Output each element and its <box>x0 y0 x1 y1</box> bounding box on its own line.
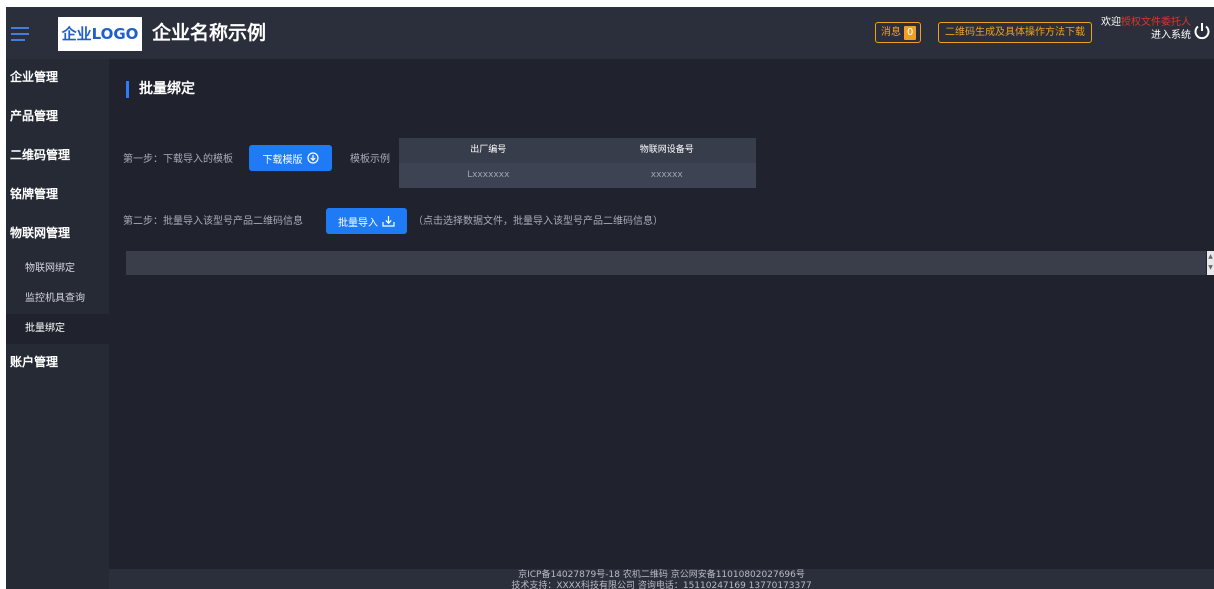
scroll-up-icon[interactable]: ▲ <box>1207 254 1214 260</box>
data-grid-header <box>126 251 1206 275</box>
column-header: 出厂编号 <box>470 145 507 155</box>
sidebar-item-account[interactable]: 账户管理 <box>6 344 109 383</box>
download-template-button[interactable]: 下载模版 <box>249 145 332 171</box>
scrollbar[interactable]: ▲ ▼ <box>1207 251 1214 275</box>
messages-button[interactable]: 消息 0 <box>875 22 922 43</box>
company-logo: 企业LOGO <box>58 17 142 51</box>
sidebar-item-product[interactable]: 产品管理 <box>6 98 109 137</box>
step2-text: 第二步：批量导入该型号产品二维码信息 <box>123 216 303 227</box>
table-row: Lxxxxxxx xxxxxx <box>399 163 756 188</box>
footer: 京ICP备14027879号-18 农机二维码 京公网安备11010802027… <box>109 569 1214 589</box>
page-title: 批量绑定 <box>126 81 195 98</box>
main-content: 批量绑定 第一步：下载导入的模板 下载模版 模板示例 出厂编号 物联网设备号 L… <box>109 59 1214 569</box>
welcome-prefix: 欢迎 <box>1101 17 1121 28</box>
download-template-label: 下载模版 <box>262 154 303 166</box>
sidebar-subitem-iot-binding[interactable]: 物联网绑定 <box>6 254 109 284</box>
batch-import-label: 批量导入 <box>338 217 378 229</box>
tray-download-icon <box>382 216 395 227</box>
batch-import-button[interactable]: 批量导入 <box>326 208 407 234</box>
footer-support-line: 技术支持：XXXX科技有限公司 咨询电话：15110247169 1377017… <box>511 581 812 589</box>
table-header-row: 出厂编号 物联网设备号 <box>399 138 756 163</box>
company-name: 企业名称示例 <box>152 22 267 44</box>
sidebar: 企业管理 产品管理 二维码管理 铭牌管理 物联网管理 物联网绑定 监控机具查询 … <box>6 59 109 589</box>
welcome-text: 欢迎授权文件委托人 进入系统 <box>1099 16 1191 42</box>
footer-icp-line: 京ICP备14027879号-18 农机二维码 京公网安备11010802027… <box>518 570 805 580</box>
sidebar-subitem-batch-binding[interactable]: 批量绑定 <box>6 314 109 344</box>
hamburger-menu-icon[interactable] <box>11 25 29 43</box>
step1-text: 第一步：下载导入的模板 <box>123 154 233 165</box>
messages-label: 消息 <box>881 27 901 38</box>
template-example-label: 模板示例 <box>350 154 390 165</box>
app-window: 企业LOGO 企业名称示例 消息 0 二维码生成及具体操作方法下载 欢迎授权文件… <box>6 7 1214 589</box>
circle-down-arrow-icon <box>306 152 319 164</box>
sidebar-item-iot[interactable]: 物联网管理 <box>6 215 109 254</box>
column-header: 物联网设备号 <box>639 145 694 155</box>
table-cell: xxxxxx <box>650 170 683 180</box>
table-cell: Lxxxxxxx <box>467 170 510 180</box>
enter-system-link[interactable]: 进入系统 <box>1099 29 1191 42</box>
sidebar-item-enterprise[interactable]: 企业管理 <box>6 59 109 98</box>
sidebar-subitem-monitor-query[interactable]: 监控机具查询 <box>6 284 109 314</box>
sidebar-item-nameplate[interactable]: 铭牌管理 <box>6 176 109 215</box>
template-example-table: 出厂编号 物联网设备号 Lxxxxxxx xxxxxx <box>399 138 756 188</box>
qr-guide-download-button[interactable]: 二维码生成及具体操作方法下载 <box>938 22 1092 43</box>
power-icon[interactable] <box>1193 22 1211 40</box>
import-hint: （点击选择数据文件，批量导入该型号产品二维码信息） <box>413 216 663 227</box>
scroll-down-icon[interactable]: ▼ <box>1207 265 1214 271</box>
welcome-user-link[interactable]: 授权文件委托人 <box>1121 17 1191 28</box>
sidebar-item-qrcode[interactable]: 二维码管理 <box>6 137 109 176</box>
top-header: 企业LOGO 企业名称示例 消息 0 二维码生成及具体操作方法下载 欢迎授权文件… <box>6 7 1214 59</box>
messages-count-badge: 0 <box>904 25 917 40</box>
